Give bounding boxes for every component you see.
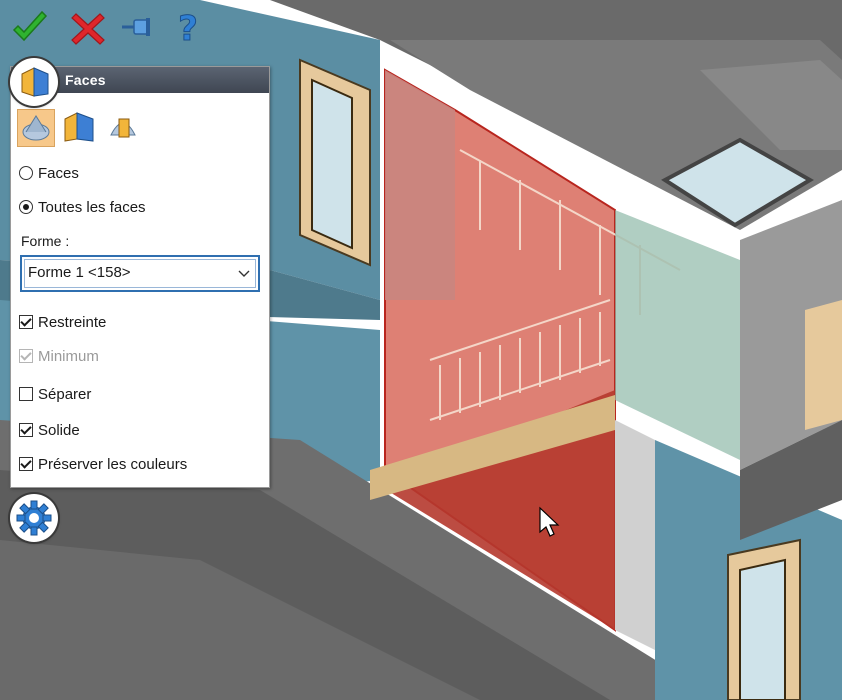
gear-icon	[16, 500, 52, 536]
checkbox-solide[interactable]: Solide	[19, 420, 80, 440]
forme-label: Forme :	[21, 233, 70, 249]
checkbox-label: Séparer	[38, 385, 92, 403]
checkbox-label: Restreinte	[38, 313, 107, 331]
checkbox[interactable]	[19, 457, 33, 471]
radio-toutes-les-faces[interactable]: Toutes les faces	[19, 197, 146, 217]
checkbox-label: Minimum	[38, 347, 99, 365]
checkbox-restreinte[interactable]: Restreinte	[19, 312, 106, 332]
checkbox-label: Solide	[38, 421, 80, 439]
radio-button[interactable]	[19, 166, 33, 180]
face-select-mode-icon[interactable]	[17, 109, 55, 147]
svg-text:?: ?	[178, 9, 198, 48]
radio-label: Faces	[38, 164, 79, 182]
chevron-down-icon	[238, 270, 250, 277]
help-button[interactable]: ?	[168, 8, 208, 49]
checkbox-preserver-couleurs[interactable]: Préserver les couleurs	[19, 454, 187, 474]
pushpin-icon	[122, 18, 150, 36]
forme-dropdown[interactable]: Forme 1 <158>	[20, 255, 260, 292]
pin-button[interactable]	[118, 8, 158, 48]
question-mark-icon: ?	[178, 9, 199, 49]
forme-dropdown-value: Forme 1 <158>	[28, 264, 131, 281]
cancel-button[interactable]	[68, 8, 108, 48]
radio-faces[interactable]: Faces	[19, 163, 79, 183]
red-x-icon	[71, 13, 105, 45]
settings-button[interactable]	[10, 494, 58, 542]
radio-label: Toutes les faces	[38, 198, 146, 216]
checkbox-minimum: Minimum	[19, 346, 99, 366]
checkbox-separer[interactable]: Séparer	[19, 384, 91, 404]
section-mode-icon[interactable]	[105, 109, 141, 145]
faces-panel: Faces Faces Toutes les faces Forme : For…	[10, 66, 270, 488]
green-checkmark-icon	[12, 10, 48, 42]
faces-tool-icon	[21, 67, 49, 97]
panel-title: Faces	[65, 72, 106, 88]
accept-button[interactable]	[10, 8, 50, 48]
checkbox[interactable]	[19, 423, 33, 437]
checkbox	[19, 349, 33, 363]
faces-tool-button[interactable]	[10, 58, 58, 106]
solid-faces-mode-icon[interactable]	[61, 109, 97, 145]
radio-button[interactable]	[19, 200, 33, 214]
checkbox[interactable]	[19, 387, 33, 401]
checkbox-label: Préserver les couleurs	[38, 455, 188, 473]
checkbox[interactable]	[19, 315, 33, 329]
